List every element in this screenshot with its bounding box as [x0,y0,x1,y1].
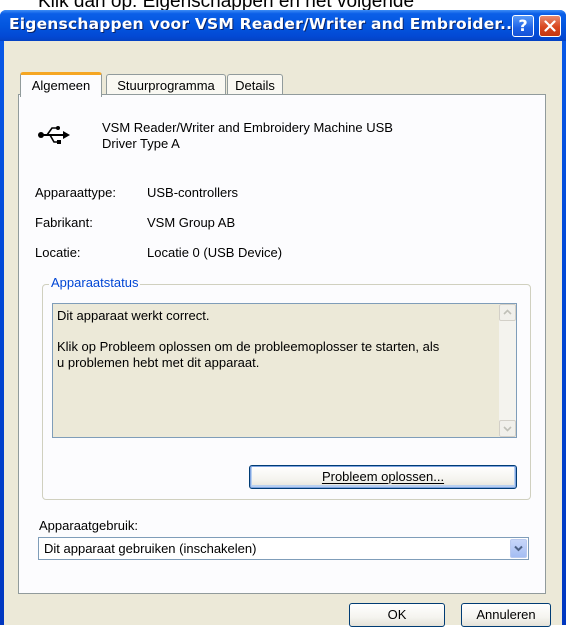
value-fabrikant: VSM Group AB [147,215,236,230]
scroll-up-button[interactable] [499,304,516,321]
dialog-client-area: Algemeen Stuurprogramma Details VSM Read… [4,41,562,627]
status-scrollbar[interactable] [499,304,516,437]
help-button[interactable]: ? [512,15,534,37]
tab-label: Algemeen [31,78,91,93]
help-icon: ? [518,16,528,35]
scroll-down-button[interactable] [499,420,516,437]
tab-label: Stuurprogramma [117,78,215,93]
device-name-line2: Driver Type A [102,136,180,151]
tab-details[interactable]: Details [227,74,283,96]
close-button[interactable] [539,15,561,37]
label-locatie: Locatie: [35,245,81,260]
dropdown-button[interactable] [510,539,527,558]
usb-icon [38,126,70,144]
device-usage-select[interactable]: Dit apparaat gebruiken (inschakelen) [38,537,529,560]
close-icon [544,20,556,32]
tab-stuurprogramma[interactable]: Stuurprogramma [106,74,226,96]
window-title: Eigenschappen voor VSM Reader/Writer and… [9,15,519,33]
troubleshoot-button[interactable]: Probleem oplossen... [249,465,517,489]
ok-label: OK [387,607,407,622]
troubleshoot-label: Probleem oplossen... [321,469,445,484]
cancel-label: Annuleren [476,607,536,622]
device-status-label: Apparaatstatus [49,275,141,290]
device-usage-label: Apparaatgebruik: [39,518,139,533]
status-line1: Dit apparaat werkt correct. [57,308,210,323]
label-fabrikant: Fabrikant: [35,215,93,230]
value-locatie: Locatie 0 (USB Device) [147,245,283,260]
device-name-line1: VSM Reader/Writer and Embroidery Machine… [102,120,393,135]
status-line3: u problemen hebt met dit apparaat. [57,355,260,370]
title-bar[interactable]: Eigenschappen voor VSM Reader/Writer and… [0,10,566,41]
cancel-button[interactable]: Annuleren [461,603,551,627]
device-status-textbox[interactable]: Dit apparaat werkt correct. Klik op Prob… [52,303,517,438]
ok-button[interactable]: OK [349,603,445,627]
chevron-up-icon [503,309,512,315]
tab-label: Details [235,78,275,93]
label-apparaattype: Apparaattype: [35,185,116,200]
tab-algemeen[interactable]: Algemeen [20,72,102,97]
chevron-down-icon [514,545,523,552]
chevron-down-icon [503,426,512,432]
device-usage-value: Dit apparaat gebruiken (inschakelen) [44,541,257,556]
properties-dialog: Eigenschappen voor VSM Reader/Writer and… [0,10,566,627]
value-apparaattype: USB-controllers [147,185,239,200]
status-line2: Klik op Probleem oplossen om de probleem… [57,339,440,354]
